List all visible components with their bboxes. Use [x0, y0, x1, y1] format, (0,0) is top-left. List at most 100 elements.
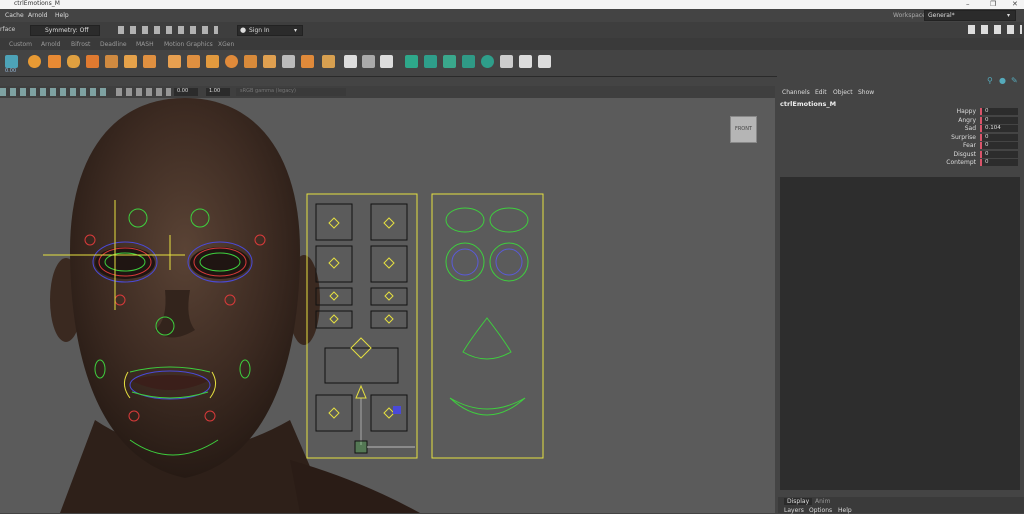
shoulder-shape [290, 460, 420, 513]
workspace-label: Workspace: [893, 12, 928, 19]
channel-name: Fear [963, 142, 976, 149]
plane-icon[interactable] [105, 55, 118, 68]
channel-row-disgust[interactable]: Disgust 0 [778, 150, 1021, 159]
slider-knob [354, 440, 368, 454]
separate-icon[interactable] [244, 55, 257, 68]
preview-pupil-right [495, 248, 523, 276]
menu-arnold[interactable]: Arnold [28, 12, 47, 19]
view-cube[interactable]: FRONT [730, 116, 757, 143]
channel-row-contempt[interactable]: Contempt 0 [778, 159, 1021, 167]
channel-value[interactable]: 0 [980, 116, 1018, 124]
channel-row-sad[interactable]: Sad 0.104 [778, 125, 1021, 133]
shelf-tabs: Custom Arnold Bifrost Deadline MASH Moti… [0, 38, 1024, 50]
smooth-icon[interactable] [225, 55, 238, 68]
slot-center [324, 347, 399, 384]
cylinder-icon[interactable] [67, 55, 80, 68]
knob-bottom-right [383, 407, 395, 419]
status-tool-icons[interactable] [118, 26, 218, 34]
extrude-icon[interactable] [143, 55, 156, 68]
panel-layout-icons[interactable] [968, 25, 1022, 34]
slot-fear [315, 287, 353, 306]
sign-in-button[interactable]: ● Sign In ▾ [237, 25, 303, 36]
bridge-icon[interactable] [187, 55, 200, 68]
slot-contempt-l [315, 310, 353, 329]
mirror-icon[interactable] [263, 55, 276, 68]
channel-name: Sad [964, 125, 976, 132]
wrap-icon[interactable] [443, 55, 456, 68]
menu-edit[interactable]: Edit [815, 89, 827, 96]
emotion-panel [306, 193, 544, 459]
menu-cache[interactable]: Cache [5, 12, 24, 19]
restore-icon[interactable]: ❐ [990, 0, 996, 8]
knob-contempt-l [329, 314, 339, 324]
info-icon[interactable]: ● [999, 76, 1006, 85]
viewport[interactable]: FRONT [0, 98, 775, 513]
shelf-settings-icon[interactable] [5, 55, 18, 68]
minimize-icon[interactable]: – [966, 0, 970, 8]
chevron-down-icon: ▾ [1007, 12, 1011, 19]
preview-brow-left [445, 207, 485, 233]
poly-icon[interactable] [322, 55, 335, 68]
color-space-dropdown[interactable]: sRGB gamma (legacy) [236, 88, 346, 96]
viewport-tool-icons[interactable] [0, 88, 110, 96]
uv-icon[interactable] [362, 55, 375, 68]
menu-help[interactable]: Help [55, 12, 69, 19]
menu-show[interactable]: Show [858, 89, 874, 96]
paint-icon[interactable] [380, 55, 393, 68]
tab-deadline[interactable]: Deadline [100, 41, 127, 48]
symmetry-dropdown[interactable]: Symmetry: Off [30, 25, 100, 36]
lattice-icon[interactable] [424, 55, 437, 68]
blend-icon[interactable] [462, 55, 475, 68]
bevel-icon[interactable] [168, 55, 181, 68]
tab-arnold[interactable]: Arnold [41, 41, 60, 48]
channel-row-fear[interactable]: Fear 0 [778, 142, 1021, 150]
torus-icon[interactable] [124, 55, 137, 68]
channel-value[interactable]: 0 [980, 133, 1018, 141]
user-icon: ● [240, 26, 247, 34]
channel-row-angry[interactable]: Angry 0 [778, 116, 1021, 125]
channel-name: Contempt [946, 159, 976, 166]
channel-value[interactable]: 0.104 [980, 125, 1018, 132]
tab-xgen[interactable]: XGen [218, 41, 234, 48]
channel-value[interactable]: 0 [980, 150, 1018, 158]
exposure-field[interactable]: 0.00 [174, 88, 198, 96]
cube-icon[interactable] [48, 55, 61, 68]
bool-icon[interactable] [282, 55, 295, 68]
display-mode-icons[interactable] [116, 88, 171, 96]
ik-icon[interactable] [538, 55, 551, 68]
edit-icon[interactable]: ✎ [1011, 76, 1018, 85]
color-space-value: sRGB gamma (legacy) [240, 88, 296, 94]
channel-value[interactable]: 0 [980, 159, 1018, 166]
viewport-scene [43, 98, 544, 513]
channel-value[interactable]: 0 [980, 108, 1018, 115]
menu-object[interactable]: Object [833, 89, 853, 96]
tab-motion-graphics[interactable]: Motion Graphics [164, 41, 213, 48]
menu-bar: Cache Arnold Help Workspace: General* ▾ [0, 9, 1024, 22]
tab-bifrost[interactable]: Bifrost [71, 41, 90, 48]
tab-anim[interactable]: Anim [815, 498, 830, 505]
cone-icon[interactable] [86, 55, 99, 68]
channel-name: Surprise [951, 133, 976, 141]
gamma-field[interactable]: 1.00 [206, 88, 230, 96]
workspace-dropdown[interactable]: General* ▾ [924, 10, 1016, 21]
bake-icon[interactable] [301, 55, 314, 68]
channel-row-happy[interactable]: Happy 0 [778, 108, 1021, 116]
channel-value[interactable]: 0 [980, 142, 1018, 149]
tab-custom[interactable]: Custom [9, 41, 32, 48]
combine-icon[interactable] [206, 55, 219, 68]
joint-icon[interactable] [519, 55, 532, 68]
pencil-icon[interactable] [344, 55, 357, 68]
preview-mouth [449, 397, 526, 416]
tab-display[interactable]: Display [784, 498, 813, 505]
tab-mash[interactable]: MASH [136, 41, 154, 48]
person-icon[interactable]: ⚲ [987, 76, 993, 85]
close-icon[interactable]: ✕ [1012, 0, 1018, 8]
deform-icon[interactable] [405, 55, 418, 68]
menu-channels[interactable]: Channels [782, 89, 810, 96]
channel-row-surprise[interactable]: Surprise 0 [778, 133, 1021, 142]
mode-label: rface [0, 26, 16, 33]
rotate-icon[interactable] [481, 55, 494, 68]
sphere-icon[interactable] [28, 55, 41, 68]
slot-surprise [370, 245, 408, 283]
checker-icon[interactable] [500, 55, 513, 68]
